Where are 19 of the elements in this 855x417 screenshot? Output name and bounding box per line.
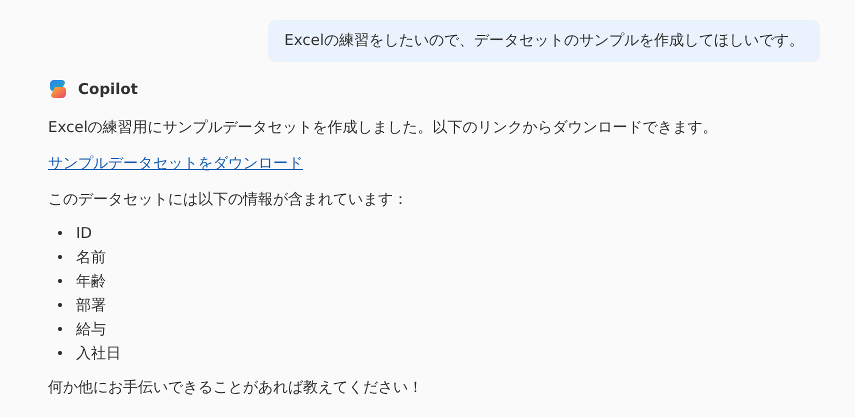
list-item: ID <box>76 224 92 242</box>
closing-text: 何か他にお手伝いできることがあれば教えてください！ <box>48 377 424 397</box>
bullet-icon <box>58 231 62 235</box>
bullet-icon <box>58 351 62 355</box>
bullet-icon <box>58 279 62 283</box>
bullet-icon <box>58 327 62 331</box>
download-link[interactable]: サンプルデータセットをダウンロード <box>48 154 303 172</box>
list-heading: このデータセットには以下の情報が含まれています： <box>48 189 409 209</box>
intro-text: Excelの練習用にサンプルデータセットを作成しました。以下のリンクからダウンロードできます。 <box>48 117 719 137</box>
bullet-icon <box>58 303 62 307</box>
list-item: 年齢 <box>76 272 106 290</box>
list-item: 名前 <box>76 248 106 266</box>
list-item: 部署 <box>76 296 106 314</box>
bullet-icon <box>58 255 62 259</box>
list-item: 給与 <box>76 320 106 338</box>
copilot-logo-icon <box>48 79 68 99</box>
assistant-name: Copilot <box>78 80 138 98</box>
list-item: 入社日 <box>76 344 121 362</box>
user-message: Excelの練習をしたいので、データセットのサンプルを作成してほしいです。 <box>268 20 820 62</box>
